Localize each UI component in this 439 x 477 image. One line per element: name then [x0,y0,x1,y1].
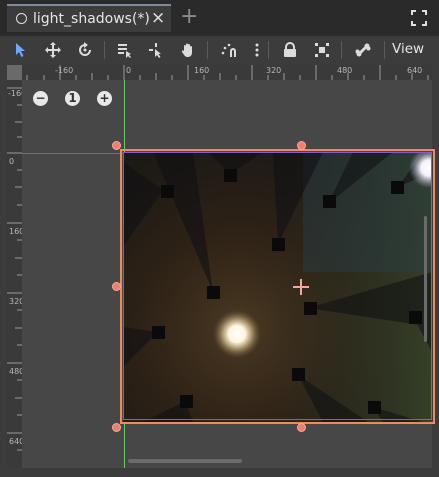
toolbar-separator [341,41,342,59]
ruler-label: 160 [194,66,210,75]
scene-tab-title: light_shadows(*) [33,11,150,27]
view-menu[interactable]: View [392,41,424,57]
toolbar-separator [207,41,208,59]
ruler-label: 160 [9,227,22,236]
ruler-label: 480 [9,367,22,376]
fullscreen-icon[interactable] [410,9,428,27]
lock-icon[interactable] [276,36,304,64]
scene-tab[interactable]: light_shadows(*) × [7,4,171,32]
group-icon[interactable] [308,36,336,64]
horizontal-scrollbar[interactable] [128,459,242,463]
ruler-label: 320 [9,297,22,306]
more-icon[interactable] [243,36,271,64]
resize-handle-bottom[interactable] [297,423,306,432]
resize-handle-bottom-left[interactable] [112,423,121,432]
ruler-label: -160 [8,89,22,98]
rotate-tool-icon[interactable] [71,36,99,64]
ruler-ticks [7,87,22,451]
ruler-label: 320 [266,66,282,75]
add-tab-icon[interactable]: + [180,6,198,28]
toolbar-separator [384,41,385,59]
close-tab-icon[interactable]: × [151,8,165,28]
resize-handle-top-left[interactable] [112,141,121,150]
move-tool-icon[interactable] [39,36,67,64]
scene-tab-bar: light_shadows(*) × + [0,0,439,36]
pivot-icon[interactable] [142,36,170,64]
select-tool-icon[interactable] [7,36,35,64]
toolbar-separator [104,41,105,59]
ruler-label: -160 [55,66,74,75]
zoom-in-button[interactable]: + [97,91,112,106]
snap-icon[interactable] [215,36,243,64]
resize-handle-top[interactable] [297,141,306,150]
editor-toolbar: View [0,36,439,64]
ruler-vertical[interactable]: -160 0 160 320 480 640 [7,65,22,468]
circle-icon [16,13,27,24]
selection-rect[interactable] [120,149,435,424]
list-select-icon[interactable] [110,36,138,64]
ruler-label: 640 [407,66,423,75]
vertical-scrollbar[interactable] [424,216,427,342]
bone-icon[interactable] [349,36,377,64]
ruler-label: 0 [9,157,15,166]
ruler-horizontal[interactable]: -160 0 160 320 480 640 [7,65,432,80]
zoom-reset-button[interactable]: 1 [65,91,80,106]
resize-handle-left[interactable] [112,282,121,291]
ruler-label: 640 [9,437,22,446]
ruler-corner [7,65,22,80]
toolbar-separator [268,41,269,59]
ruler-label: 480 [337,66,353,75]
zoom-out-button[interactable]: − [33,91,48,106]
ruler-label: 0 [126,66,132,75]
pan-hand-icon[interactable] [174,36,202,64]
